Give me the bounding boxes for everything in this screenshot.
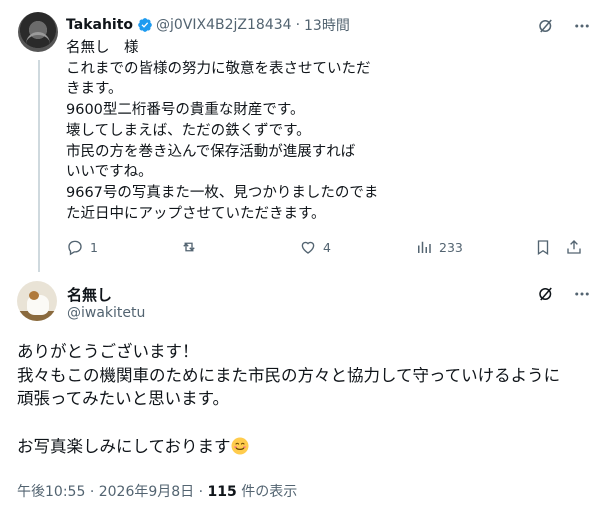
timestamp[interactable]: 13時間 [304, 15, 350, 35]
main-top-actions [536, 284, 592, 304]
separator: · [198, 484, 204, 500]
avatar[interactable] [18, 12, 58, 52]
views-button[interactable]: 233 [415, 238, 463, 256]
text-line: た近日中にアップさせていただきます。 [66, 205, 326, 222]
more-icon[interactable] [572, 284, 592, 304]
comment-icon [68, 240, 82, 256]
view-label: 件の表示 [241, 484, 298, 500]
text-line: 9600型二桁番号の貴重な財産です。 [66, 102, 305, 119]
bookmark-icon [537, 240, 549, 256]
smiling-face-icon [231, 437, 249, 455]
reply-count: 1 [90, 239, 98, 255]
like-count: 4 [323, 239, 331, 255]
tweet-date[interactable]: 2026年9月8日 [99, 484, 194, 500]
tweet-time[interactable]: 午後10:55 [17, 484, 85, 500]
text-line: ありがとうございます！ [17, 342, 199, 361]
text-line: 頑張ってみたいと思います。 [17, 389, 230, 409]
share-icon [567, 240, 581, 254]
text-line: きます。 [66, 81, 123, 98]
repost-icon [183, 242, 195, 252]
main-tweet-text: ありがとうございます！ 我々もこの機関車のためにまた市民の方々と協力して守ってい… [17, 340, 560, 459]
tweet-footer: 午後10:55 · 2026年9月8日 · 115 件の表示 [17, 481, 297, 501]
grok-icon[interactable] [536, 284, 556, 304]
separator: · [295, 17, 301, 33]
separator: · [89, 484, 95, 500]
text-line [17, 411, 560, 435]
reply-button[interactable]: 1 [66, 238, 98, 256]
author-name[interactable]: 名無し [67, 284, 112, 305]
verified-badge-icon [138, 18, 152, 32]
view-count: 233 [439, 239, 463, 255]
text-line: お写真楽しみにしております [17, 436, 231, 456]
bookmark-button[interactable] [534, 238, 552, 256]
handle[interactable]: @iwakitetu [67, 305, 145, 321]
text-line: 9667号の写真また一枚、見つかりましたのでま [66, 184, 379, 201]
reply-header: Takahito @j0VIX4B2jZ18434 · 13時間 [66, 15, 350, 35]
chart-icon [418, 241, 431, 253]
text-line: 名無し 様 [66, 40, 139, 56]
reply-tweet[interactable]: Takahito @j0VIX4B2jZ18434 · 13時間 名無し 様 こ… [0, 0, 601, 270]
text-line: これまでの皆様の努力に敬意を表させていただ [66, 60, 371, 77]
text-line: 我々もこの機関車のためにまた市民の方々と協力して守っていけるように [17, 365, 561, 385]
author-name[interactable]: Takahito [66, 17, 133, 33]
view-count: 115 [207, 484, 237, 500]
reply-text: 名無し 様 これまでの皆様の努力に敬意を表させていただ きます。 9600型二桁… [66, 38, 506, 224]
avatar[interactable] [17, 281, 57, 321]
share-button[interactable] [565, 238, 583, 256]
reply-top-actions [536, 16, 592, 36]
text-line-with-emoji: お写真楽しみにしております [17, 435, 560, 459]
handle[interactable]: @j0VIX4B2jZ18434 [156, 17, 292, 33]
text-line: 壊してしまえば、ただの鉄くずです。 [66, 122, 311, 139]
text-line: いいですね。 [66, 164, 153, 181]
heart-icon [301, 241, 315, 254]
repost-button[interactable] [180, 238, 204, 256]
action-bar: 1 4 233 [66, 238, 591, 260]
text-line: 市民の方を巻き込んで保存活動が進展すれば [66, 143, 356, 160]
more-icon[interactable] [572, 16, 592, 36]
grok-icon[interactable] [536, 16, 556, 36]
like-button[interactable]: 4 [299, 238, 331, 256]
